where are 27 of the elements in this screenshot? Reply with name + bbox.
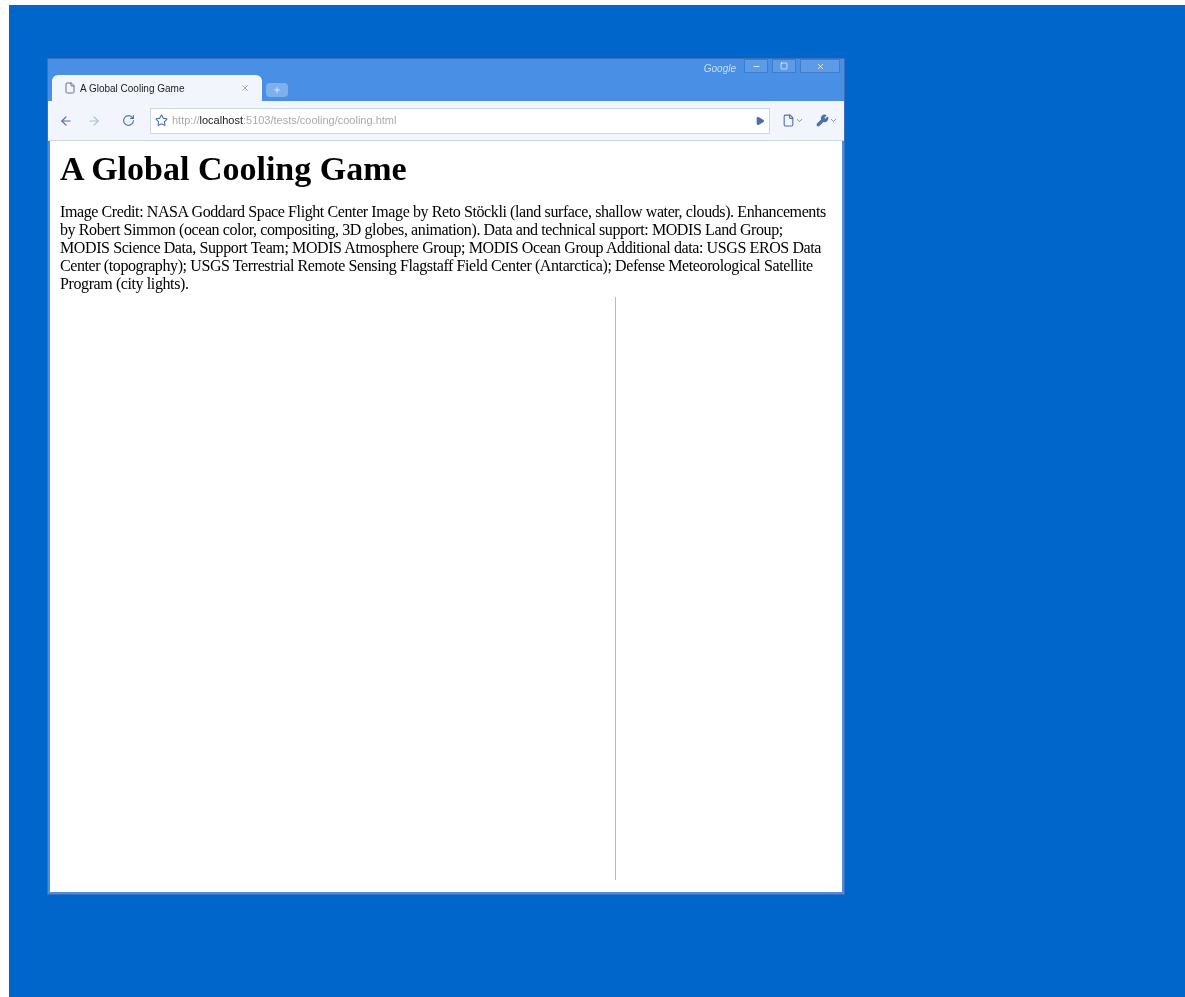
close-button[interactable] xyxy=(800,59,840,73)
page-menu-button[interactable] xyxy=(782,114,804,127)
minimize-button[interactable] xyxy=(744,59,768,73)
forward-icon xyxy=(87,113,101,128)
wrench-menu-button[interactable] xyxy=(816,114,838,127)
star-icon[interactable] xyxy=(155,114,168,127)
url-text: http://localhost:5103/tests/cooling/cooling.html xyxy=(172,113,398,129)
page-icon xyxy=(64,82,76,94)
credit-paragraph: Image Credit: NASA Goddard Space Flight Center Image by Reto Stöckli (land surface, shallow water, clouds). Enhancements by Robert Simmon (ocean color, compositing, 3D globes, animation). Data and technical support: MODIS Land Group; MODIS Science Data, Support Team; MODIS Atmosphere Group; MODIS Ocean Group Additional data: USGS EROS Data Center (topography); USGS Terrestrial Remote Sensing Flagstaff Field Center (Antarctica); Defense Meteorological Satellite Program (city lights). xyxy=(60,203,827,293)
go-icon[interactable] xyxy=(755,115,765,126)
page-icon xyxy=(782,114,795,127)
plus-icon xyxy=(273,86,281,94)
address-field[interactable]: http://localhost:5103/tests/cooling/cooling.html xyxy=(150,107,770,134)
reload-icon xyxy=(121,114,135,127)
close-icon xyxy=(815,61,825,71)
maximize-icon xyxy=(780,62,788,70)
caret-icon xyxy=(795,116,804,125)
close-icon[interactable] xyxy=(240,83,250,93)
back-icon xyxy=(59,113,73,128)
page-heading: A Global Cooling Game xyxy=(60,149,408,189)
new-tab-button[interactable] xyxy=(266,83,288,97)
tab-title: A Global Cooling Game xyxy=(80,81,186,96)
browser-tab[interactable]: A Global Cooling Game xyxy=(52,75,262,101)
wrench-icon xyxy=(816,114,829,127)
maximize-button[interactable] xyxy=(772,59,796,73)
caret-icon xyxy=(829,116,838,125)
brand-label: Google xyxy=(703,62,736,76)
